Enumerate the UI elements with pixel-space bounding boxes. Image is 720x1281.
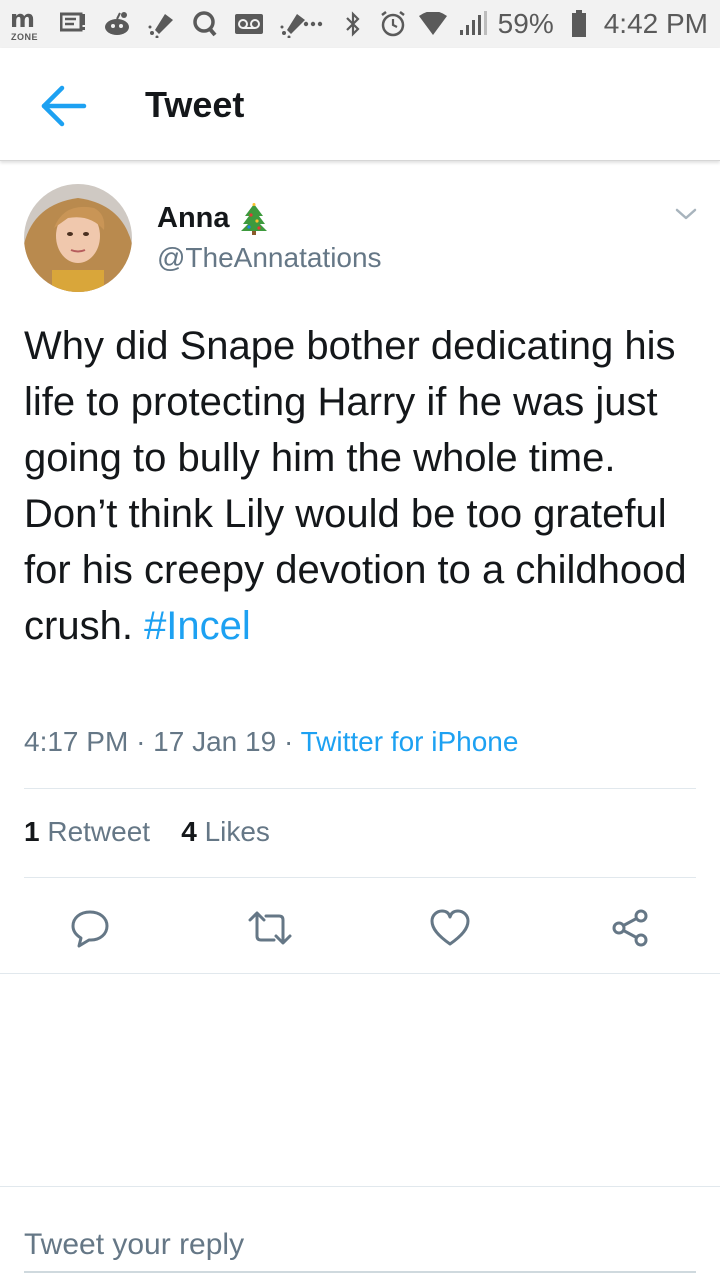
share-button[interactable] — [602, 900, 658, 956]
page-title: Tweet — [145, 84, 245, 125]
back-button[interactable] — [38, 80, 90, 132]
chevron-down-icon — [675, 208, 697, 220]
mzone-label: ZONE — [11, 32, 39, 42]
author-name[interactable]: Anna — [157, 202, 268, 235]
pin-icon — [146, 9, 176, 39]
more-icon — [298, 9, 328, 39]
tweet-text: Why did Snape bother dedicating his life… — [24, 318, 696, 654]
avatar[interactable] — [24, 184, 132, 292]
reply-icon — [71, 910, 109, 948]
tweet-options-button[interactable] — [672, 200, 700, 228]
alarm-icon — [378, 9, 408, 39]
heart-icon — [430, 909, 470, 946]
bluetooth-icon — [338, 9, 368, 39]
author-name-text: Anna — [157, 202, 230, 234]
meta-separator: · — [136, 726, 146, 757]
mzone-icon: m ZONE — [10, 5, 39, 42]
divider — [24, 877, 696, 878]
reply-input[interactable] — [24, 1219, 696, 1273]
retweet-button[interactable] — [242, 900, 298, 956]
retweets-count-link[interactable]: 1 Retweet — [24, 816, 150, 847]
like-button[interactable] — [422, 900, 478, 956]
tweet-meta: 4:17 PM · 17 Jan 19 · Twitter for iPhone — [24, 726, 518, 758]
notification-icons: m ZONE — [10, 0, 308, 48]
like-label: Likes — [204, 816, 270, 847]
retweet-count: 1 — [24, 816, 40, 847]
battery-icon — [564, 9, 594, 39]
hashtag-link[interactable]: #Incel — [144, 604, 251, 648]
clock: 4:42 PM — [603, 8, 708, 39]
voicemail-icon — [234, 9, 264, 39]
author-handle[interactable]: @TheAnnatations — [157, 242, 382, 274]
reply-button[interactable] — [62, 900, 118, 956]
retweet-label: Retweet — [47, 816, 151, 847]
message-icon — [58, 9, 88, 39]
status-bar: m ZONE 59% 4:42 PM — [0, 0, 720, 48]
reddit-icon — [102, 9, 132, 39]
likes-count-link[interactable]: 4 Likes — [181, 816, 270, 847]
back-arrow-icon — [41, 85, 87, 127]
tweet-body: Why did Snape bother dedicating his life… — [24, 324, 687, 648]
tweet-date: 17 Jan 19 — [153, 726, 277, 757]
divider — [0, 973, 720, 974]
like-count: 4 — [181, 816, 197, 847]
app-header: Tweet — [0, 48, 720, 161]
battery-percent: 59% — [497, 8, 554, 39]
tweet-actions — [0, 900, 720, 956]
system-status: 59% 4:42 PM — [298, 0, 708, 48]
search-app-icon — [190, 9, 220, 39]
signal-icon — [458, 9, 488, 39]
tweet-source-link[interactable]: Twitter for iPhone — [301, 726, 519, 757]
divider — [24, 788, 696, 789]
wifi-icon — [418, 9, 448, 39]
meta-separator: · — [283, 726, 294, 757]
share-icon — [612, 909, 648, 947]
reply-composer — [0, 1186, 720, 1281]
christmas-tree-icon — [240, 202, 267, 235]
retweet-icon — [248, 911, 292, 945]
tweet-time: 4:17 PM — [24, 726, 129, 757]
engagement-counts: 1 Retweet 4 Likes — [24, 816, 270, 848]
